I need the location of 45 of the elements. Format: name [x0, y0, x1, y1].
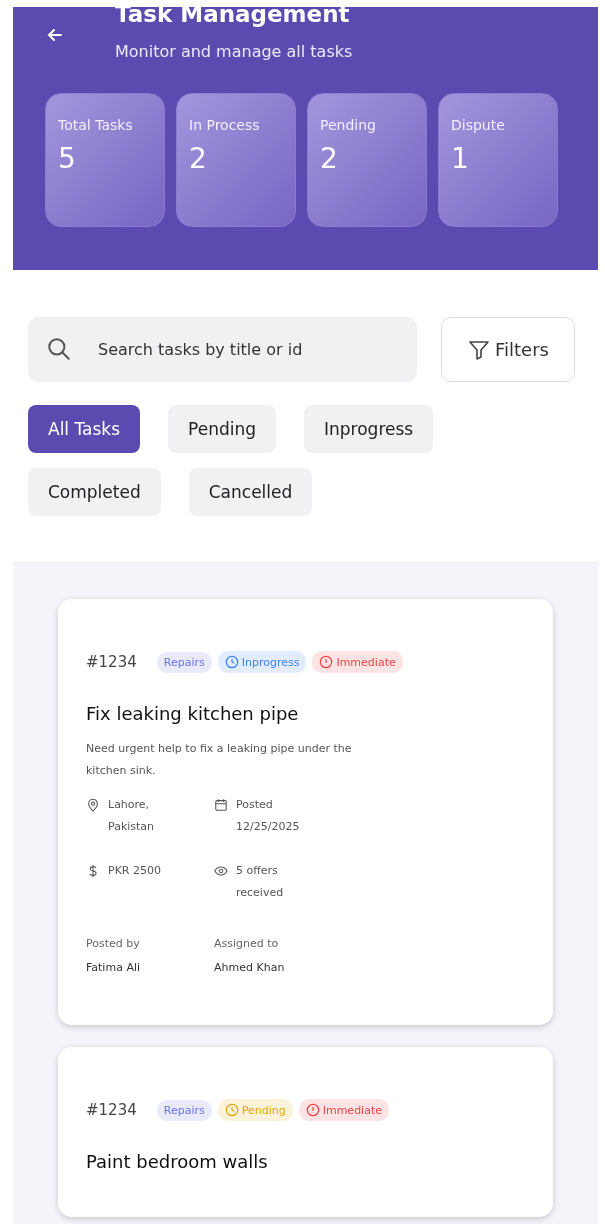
posted-by-label: Posted by — [86, 936, 141, 952]
posted-by-name: Fatima Ali — [86, 960, 142, 976]
offers-count: 5 offers received — [236, 863, 285, 901]
stat-value: 5 — [58, 142, 77, 175]
location-pin-icon — [86, 798, 100, 812]
stat-label: Dispute — [451, 116, 506, 135]
task-tag: Repairs — [156, 1099, 212, 1121]
stat-label: Total Tasks — [58, 116, 134, 135]
search-field[interactable]: Search tasks by title or id — [28, 317, 417, 382]
task-title: Fix leaking kitchen pipe — [86, 703, 300, 724]
task-id: #1234 — [86, 653, 137, 671]
search-icon — [46, 336, 72, 362]
clock-icon — [224, 1103, 239, 1117]
stat-label: In Process — [189, 116, 261, 135]
assigned-to-label: Assigned to — [214, 936, 280, 952]
posted-date: Posted 12/25/2025 — [236, 797, 301, 835]
calendar-icon — [214, 798, 228, 812]
task-tag: Inprogress — [217, 651, 307, 673]
page-subtitle: Monitor and manage all tasks — [115, 42, 353, 61]
filter-chip[interactable]: Cancelled — [188, 468, 313, 516]
task-title: Paint bedroom walls — [86, 1151, 269, 1172]
clock-icon — [224, 655, 239, 669]
filter-chip[interactable]: Pending — [168, 405, 276, 453]
task-tag: Immediate — [312, 651, 403, 673]
stat-label: Pending — [320, 116, 377, 135]
task-card[interactable]: #1234 Repairs Pending Immediate Paint bedroom walls — [58, 1047, 553, 1217]
task-location: Lahore, Pakistan — [108, 797, 156, 835]
task-description: Need urgent help to fix a leaking pipe under the kitchen sink. — [86, 741, 353, 779]
task-tag: Repairs — [156, 651, 212, 673]
alert-icon — [319, 655, 334, 669]
stat-value: 2 — [320, 142, 339, 175]
alert-icon — [305, 1103, 320, 1117]
filter-chip[interactable]: All Tasks — [28, 405, 141, 453]
stat-value: 1 — [451, 142, 470, 175]
task-id: #1234 — [86, 1101, 137, 1119]
assigned-to-name: Ahmed Khan — [214, 960, 286, 976]
task-budget: PKR 2500 — [108, 863, 162, 879]
dollar-icon — [86, 864, 100, 878]
task-tag: Immediate — [298, 1099, 389, 1121]
filter-chip[interactable]: Inprogress — [304, 405, 434, 453]
filters-button[interactable]: Filters — [441, 317, 575, 382]
filter-chip[interactable]: Completed — [28, 468, 161, 516]
task-tag: Pending — [217, 1099, 293, 1121]
stat-value: 2 — [189, 142, 208, 175]
eye-icon — [214, 864, 228, 878]
